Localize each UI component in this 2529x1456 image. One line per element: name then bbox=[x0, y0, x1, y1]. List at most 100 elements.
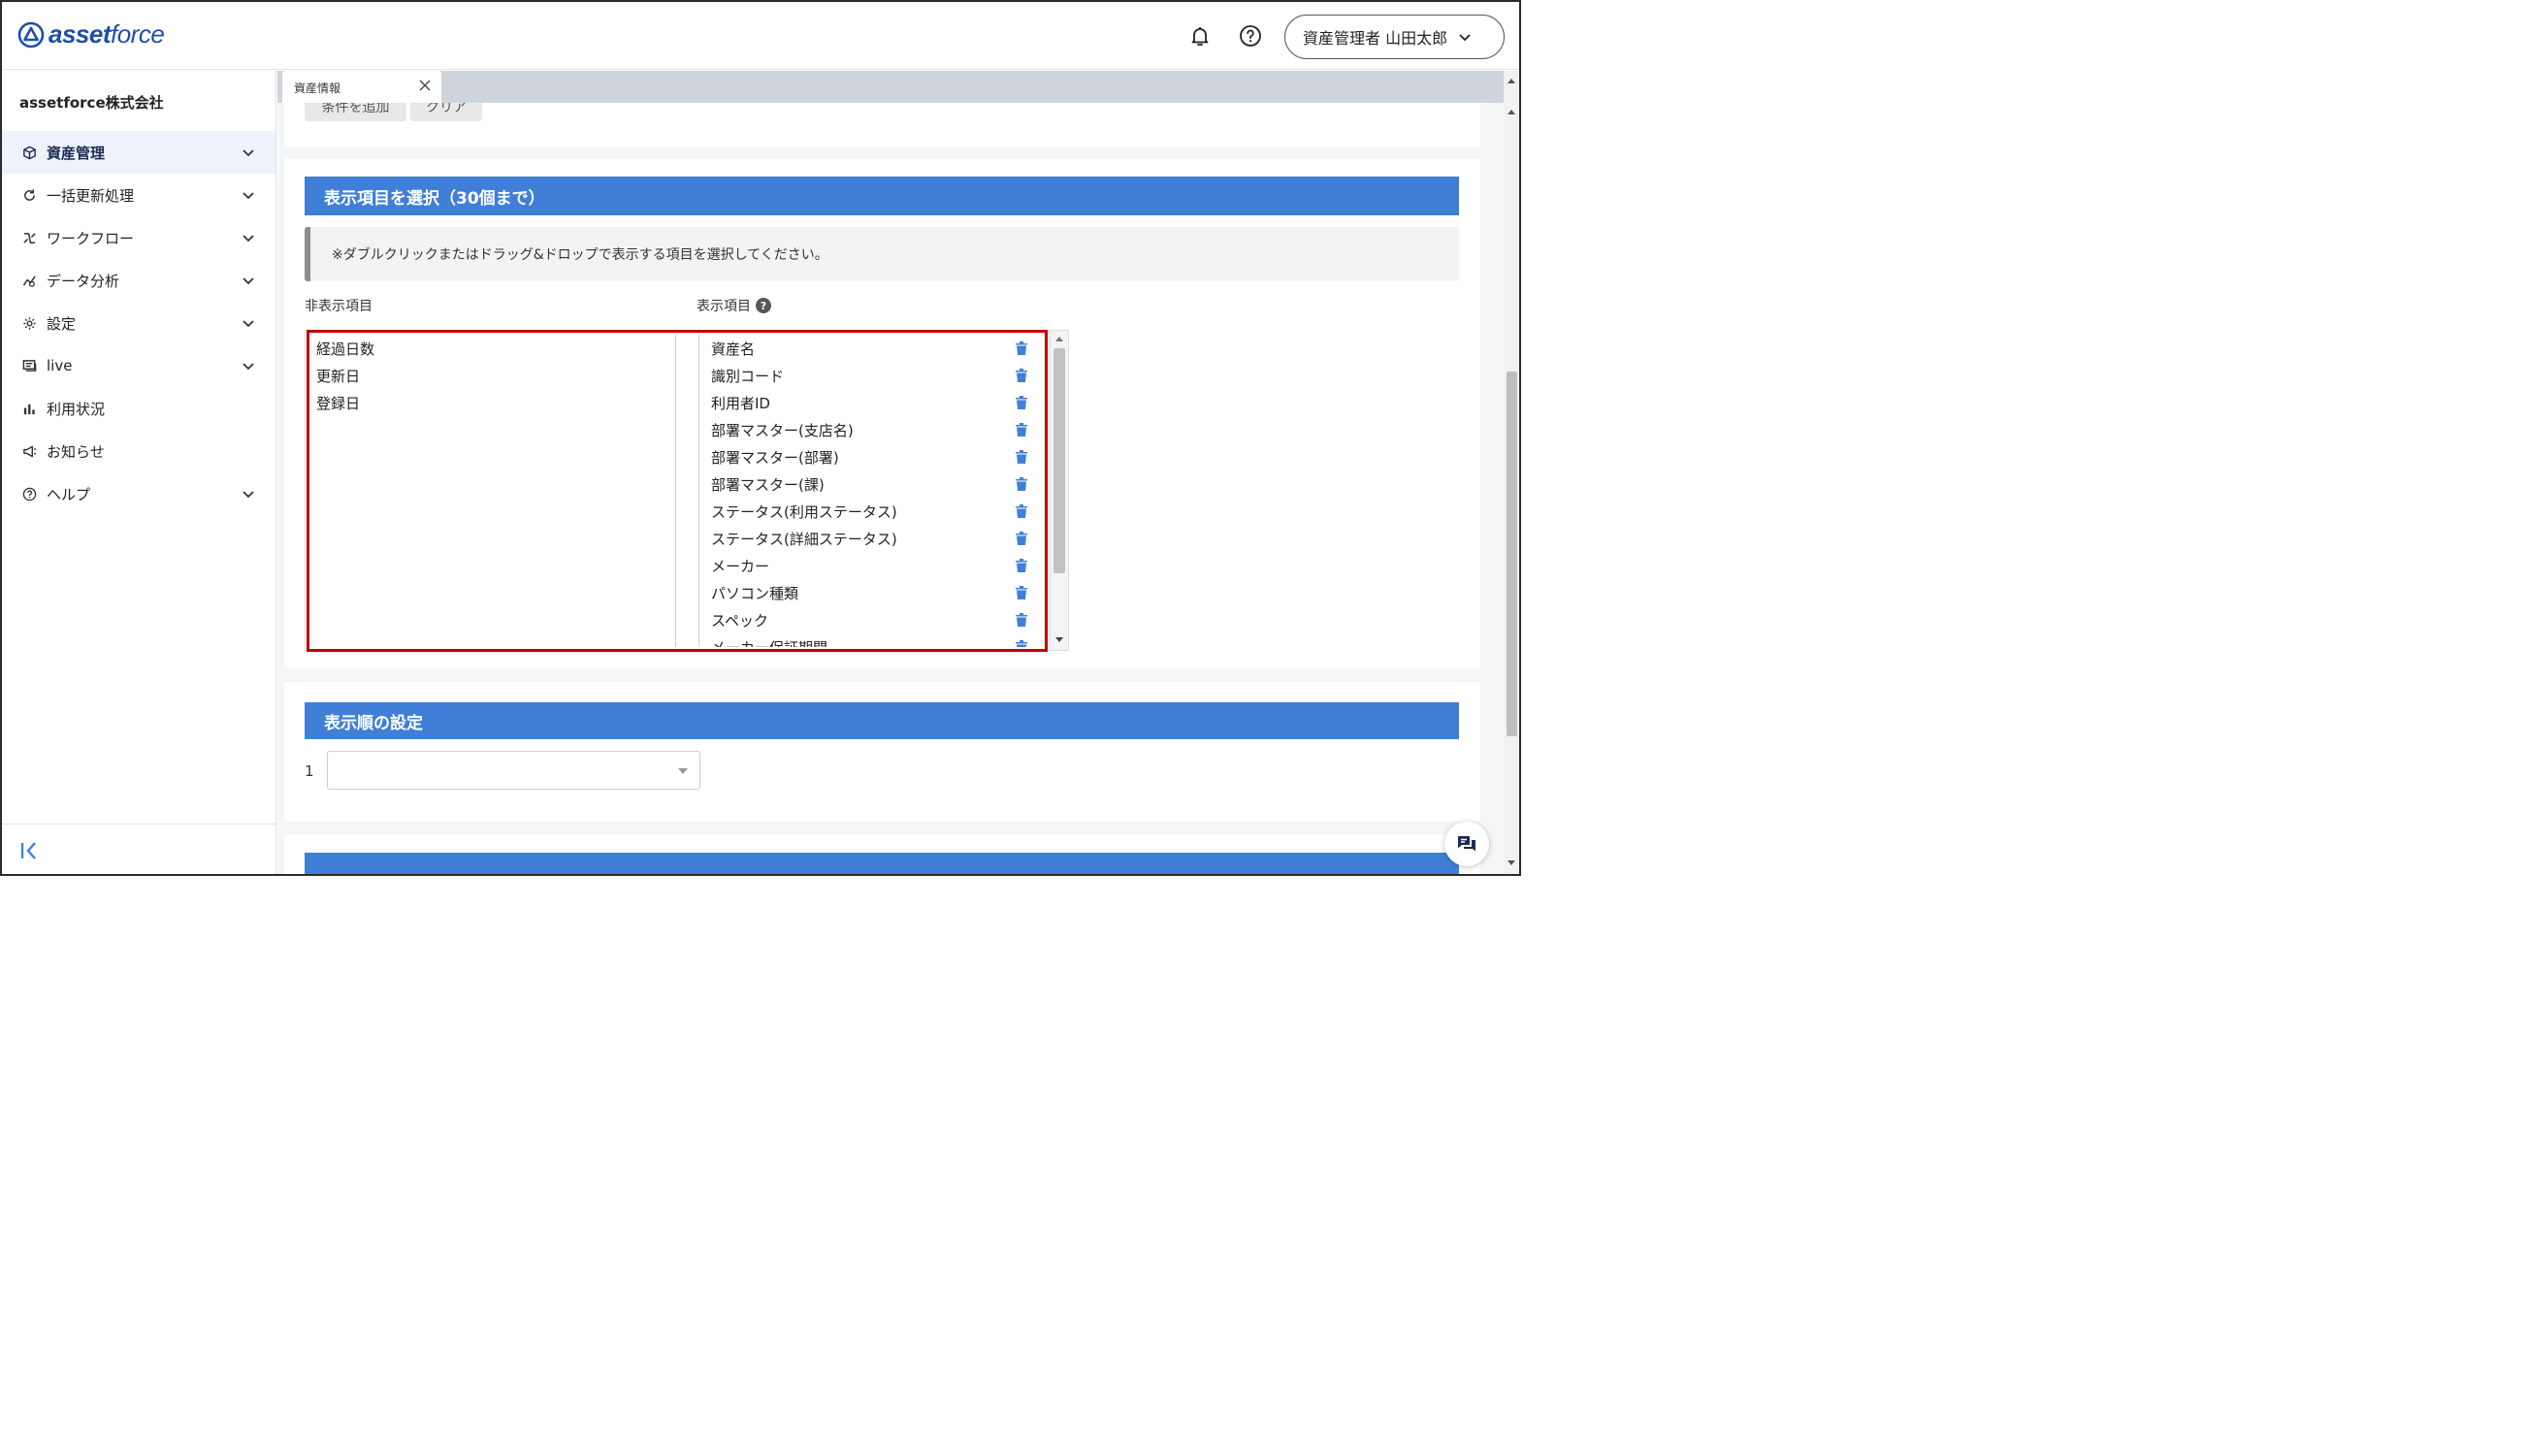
list-item[interactable]: パソコン種類 bbox=[699, 579, 1038, 606]
scroll-up-arrow-icon[interactable] bbox=[1508, 110, 1515, 114]
order-select[interactable] bbox=[327, 751, 700, 790]
workflow-icon bbox=[21, 230, 37, 245]
list-item-label: 識別コード bbox=[711, 367, 785, 385]
sidebar-item-label: live bbox=[47, 357, 73, 374]
sidebar-item-settings[interactable]: 設定 bbox=[2, 302, 276, 344]
tab-bar: 資産情報 bbox=[277, 71, 1504, 103]
chat-icon bbox=[1458, 836, 1475, 852]
list-item[interactable]: スペック bbox=[699, 606, 1038, 633]
sidebar-item-label: 資産管理 bbox=[47, 144, 106, 162]
main-content: 条件を追加 クリア 資産情報 表示項目を選択（30個まで） ※ダブルクリックまた… bbox=[277, 71, 1504, 874]
logo-text: assetforce bbox=[49, 19, 165, 49]
list-item[interactable]: 部署マスター(課) bbox=[699, 470, 1038, 498]
trash-icon[interactable] bbox=[1015, 368, 1028, 383]
live-icon bbox=[21, 358, 37, 373]
scroll-up-arrow-icon[interactable] bbox=[1055, 337, 1063, 341]
scroll-down-arrow-icon[interactable] bbox=[1508, 860, 1515, 865]
chevron-down-icon bbox=[243, 192, 254, 200]
sidebar-item-label: ヘルプ bbox=[47, 485, 91, 503]
chevron-down-icon bbox=[243, 277, 254, 285]
shown-fields-label: 表示項目 ? bbox=[697, 296, 771, 315]
picker-scrollbar[interactable] bbox=[1050, 331, 1068, 650]
close-icon[interactable] bbox=[418, 79, 432, 92]
user-menu-button[interactable]: 資産管理者 山田太郎 bbox=[1284, 15, 1505, 59]
search-permission-title: 検索条件の閲覧権限の設定 bbox=[305, 853, 1459, 874]
analytics-icon bbox=[21, 273, 37, 288]
logo-icon bbox=[17, 21, 45, 48]
list-item[interactable]: メーカー bbox=[699, 552, 1038, 579]
scrollbar-thumb[interactable] bbox=[1507, 372, 1517, 736]
trash-icon[interactable] bbox=[1015, 585, 1028, 600]
bar-chart-icon bbox=[21, 401, 37, 416]
trash-icon[interactable] bbox=[1015, 395, 1028, 410]
display-order-title: 表示順の設定 bbox=[305, 702, 1459, 739]
chat-button[interactable] bbox=[1444, 822, 1489, 866]
list-item-label: ステータス(利用ステータス) bbox=[711, 502, 897, 521]
sidebar-item-announcements[interactable]: お知らせ bbox=[2, 430, 276, 472]
tab-asset-info[interactable]: 資産情報 bbox=[282, 71, 441, 103]
list-item[interactable]: メーカー保証期間 bbox=[699, 633, 1038, 647]
tab-label: 資産情報 bbox=[294, 81, 341, 95]
list-item[interactable]: ステータス(詳細ステータス) bbox=[699, 525, 1038, 552]
trash-icon[interactable] bbox=[1015, 422, 1028, 437]
sidebar-item-label: ワークフロー bbox=[47, 229, 135, 247]
chevron-down-icon bbox=[243, 235, 254, 243]
order-row-number: 1 bbox=[305, 762, 314, 780]
display-fields-card: 表示項目を選択（30個まで） ※ダブルクリックまたはドラッグ&ドロップで表示する… bbox=[284, 158, 1480, 668]
sidebar-item-label: 設定 bbox=[47, 314, 77, 333]
list-item-label: 部署マスター(支店名) bbox=[711, 421, 854, 439]
list-item-label: スペック bbox=[711, 611, 768, 630]
sidebar-item-label: データ分析 bbox=[47, 272, 120, 290]
sidebar-item-workflow[interactable]: ワークフロー bbox=[2, 216, 276, 259]
sidebar-footer bbox=[2, 824, 276, 874]
chevron-down-icon bbox=[243, 149, 254, 157]
list-item-label: 部署マスター(部署) bbox=[711, 448, 839, 467]
list-item[interactable]: 経過日数 bbox=[315, 335, 675, 362]
top-header: assetforce 資産管理者 山田太郎 bbox=[2, 2, 1519, 70]
list-item[interactable]: 部署マスター(部署) bbox=[699, 443, 1038, 470]
hidden-fields-list[interactable]: 経過日数 更新日 登録日 bbox=[315, 335, 676, 647]
megaphone-icon bbox=[21, 443, 37, 459]
gear-icon bbox=[21, 315, 37, 331]
chevron-down-icon bbox=[678, 768, 688, 774]
list-item[interactable]: 更新日 bbox=[315, 362, 675, 389]
help-icon[interactable]: ? bbox=[756, 298, 771, 313]
trash-icon[interactable] bbox=[1015, 476, 1028, 492]
notification-bell-icon[interactable] bbox=[1187, 23, 1213, 49]
list-item[interactable]: ステータス(利用ステータス) bbox=[699, 498, 1038, 525]
page-scrollbar[interactable] bbox=[1504, 71, 1519, 874]
trash-icon[interactable] bbox=[1015, 612, 1028, 628]
display-order-card: 表示順の設定 1 bbox=[284, 682, 1480, 822]
list-item[interactable]: 利用者ID bbox=[699, 389, 1038, 416]
trash-icon[interactable] bbox=[1015, 449, 1028, 465]
brand-logo[interactable]: assetforce bbox=[17, 19, 165, 49]
trash-icon[interactable] bbox=[1015, 558, 1028, 573]
list-item-label: 資産名 bbox=[711, 340, 756, 358]
sidebar-item-bulk-update[interactable]: 一括更新処理 bbox=[2, 174, 276, 216]
scrollbar-thumb[interactable] bbox=[1054, 348, 1065, 573]
list-item[interactable]: 資産名 bbox=[699, 335, 1038, 362]
trash-icon[interactable] bbox=[1015, 531, 1028, 546]
shown-fields-list[interactable]: 資産名識別コード利用者ID 部署マスター(支店名) 部署マスター(部署) 部署マスター… bbox=[698, 335, 1038, 647]
help-icon[interactable] bbox=[1238, 23, 1263, 49]
sidebar-item-help[interactable]: ヘルプ bbox=[2, 472, 276, 515]
refresh-icon bbox=[21, 187, 37, 203]
sidebar-item-live[interactable]: live bbox=[2, 344, 276, 387]
trash-icon[interactable] bbox=[1015, 639, 1028, 647]
sidebar-item-label: 利用状況 bbox=[47, 400, 106, 418]
hidden-fields-label: 非表示項目 bbox=[305, 299, 373, 314]
cube-icon bbox=[21, 145, 37, 160]
list-item[interactable]: 識別コード bbox=[699, 362, 1038, 389]
trash-icon[interactable] bbox=[1015, 503, 1028, 519]
list-item[interactable]: 部署マスター(支店名) bbox=[699, 416, 1038, 443]
scroll-up-arrow-icon[interactable] bbox=[1508, 79, 1515, 83]
sidebar-item-asset-management[interactable]: 資産管理 bbox=[2, 131, 276, 174]
list-item-label: メーカー bbox=[711, 557, 770, 575]
collapse-sidebar-icon[interactable] bbox=[19, 840, 41, 861]
list-item-label: 利用者ID bbox=[711, 394, 770, 412]
list-item[interactable]: 登録日 bbox=[315, 389, 675, 416]
trash-icon[interactable] bbox=[1015, 340, 1028, 356]
scroll-down-arrow-icon[interactable] bbox=[1055, 637, 1063, 642]
sidebar-item-usage-status[interactable]: 利用状況 bbox=[2, 387, 276, 430]
sidebar-item-data-analysis[interactable]: データ分析 bbox=[2, 259, 276, 302]
